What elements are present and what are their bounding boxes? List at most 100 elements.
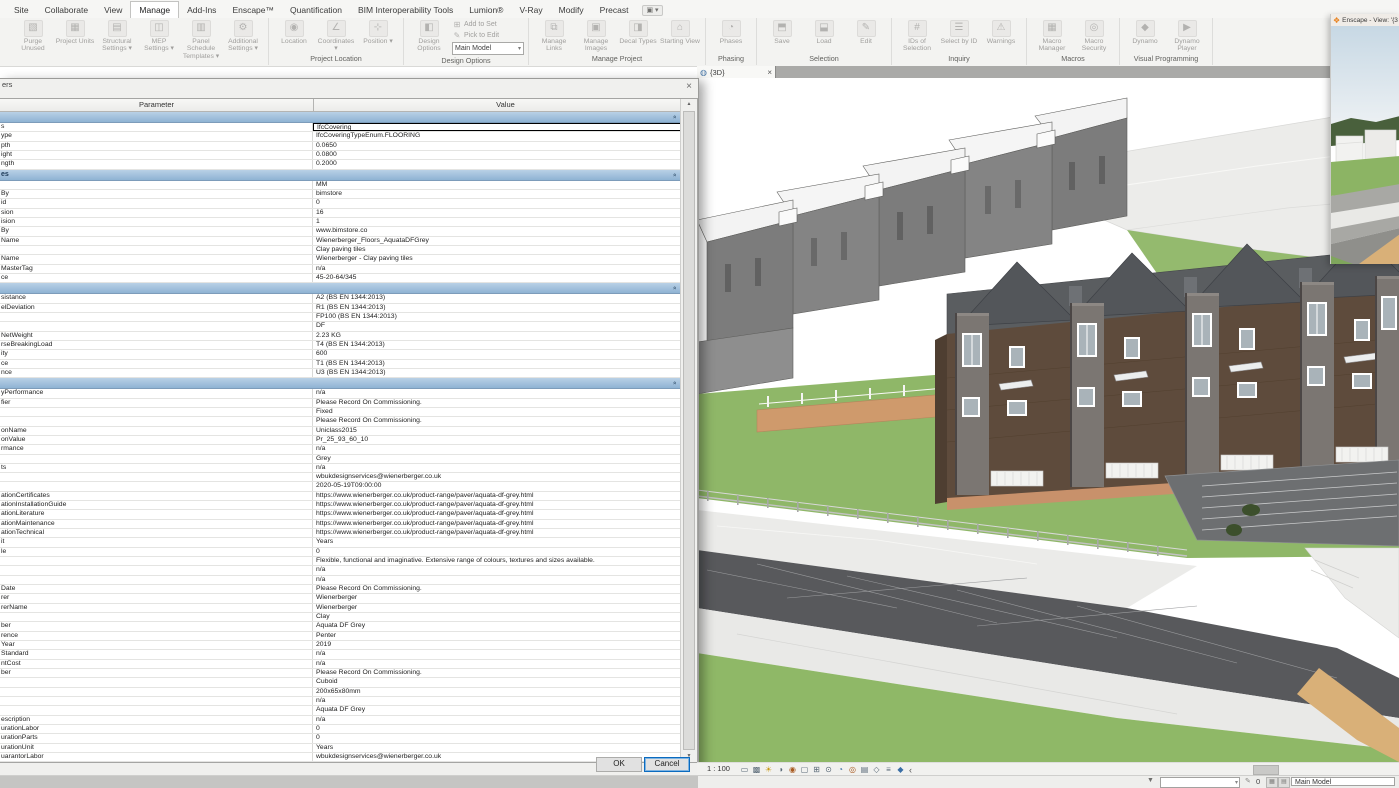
macro-security-button[interactable]: ◎Macro Security	[1074, 19, 1114, 53]
param-row[interactable]: Clay paving tiles	[0, 246, 681, 255]
param-row[interactable]: rerNameWienerberger	[0, 604, 681, 613]
param-value[interactable]: U3 (BS EN 1344:2013)	[313, 369, 681, 377]
param-row[interactable]: itYears	[0, 538, 681, 547]
param-row[interactable]: ngth0.2000	[0, 160, 681, 169]
param-value[interactable]: Grey	[313, 455, 681, 463]
param-value[interactable]: n/a	[313, 389, 681, 397]
ribbon-tab-lumion[interactable]: Lumion®	[461, 2, 511, 18]
exclude-options-icon[interactable]: ▤	[1278, 777, 1290, 788]
param-value[interactable]: 200x65x80mm	[313, 688, 681, 696]
param-value[interactable]: 0	[313, 725, 681, 733]
section-header-row[interactable]: es»	[0, 170, 681, 181]
warnings-button[interactable]: ⚠Warnings	[981, 19, 1021, 45]
param-value[interactable]: 600	[313, 350, 681, 358]
param-row[interactable]: pth0.0650	[0, 142, 681, 151]
param-row[interactable]: NetWeight2.23 KG	[0, 332, 681, 341]
param-row[interactable]: rseBreakingLoadT4 (BS EN 1344:2013)	[0, 341, 681, 350]
param-row[interactable]: ypeIfcCoveringTypeEnum.FLOORING	[0, 132, 681, 141]
design-options-icon[interactable]: ▦	[1266, 777, 1278, 788]
purge-unused-button[interactable]: ▧Purge Unused	[13, 19, 53, 53]
dialog-title-bar[interactable]: ers ×	[0, 79, 698, 98]
param-value[interactable]: DF	[313, 322, 681, 330]
scrollbar-thumb[interactable]	[683, 111, 695, 750]
lock-view-icon[interactable]: ⊙	[823, 764, 834, 775]
show-crop-icon[interactable]: ⊞	[811, 764, 822, 775]
coordinates-button[interactable]: ∠Coordinates ▾	[316, 19, 356, 53]
param-row[interactable]: yPerformancen/a	[0, 389, 681, 398]
macro-manager-button[interactable]: ▦Macro Manager	[1032, 19, 1072, 53]
param-value[interactable]: www.bimstore.co	[313, 227, 681, 235]
visual-style-icon[interactable]: ▩	[751, 764, 762, 775]
ribbon-tab-v-ray[interactable]: V-Ray	[511, 2, 550, 18]
param-value[interactable]: n/a	[313, 697, 681, 705]
pick-to-edit-button[interactable]: ✎Pick to Edit	[452, 30, 524, 41]
param-value[interactable]: https://www.wienerberger.co.uk/product-r…	[313, 501, 681, 509]
manage-links-button[interactable]: ⧉Manage Links	[534, 19, 574, 53]
param-row[interactable]: ationInstallationGuidehttps://www.wiener…	[0, 501, 681, 510]
param-row[interactable]: 2020-05-19T09:00:00	[0, 482, 681, 491]
analytical-model-icon[interactable]: ◇	[871, 764, 882, 775]
param-row[interactable]: nceU3 (BS EN 1344:2013)	[0, 369, 681, 378]
ribbon-tab-modify[interactable]: Modify	[551, 2, 592, 18]
param-value[interactable]: Uniclass2015	[313, 427, 681, 435]
param-value[interactable]: A2 (BS EN 1344:2013)	[313, 294, 681, 302]
param-row[interactable]: urationUnitYears	[0, 744, 681, 753]
ribbon-tab-bim-interoperability-tools[interactable]: BIM Interoperability Tools	[350, 2, 461, 18]
param-value[interactable]: Flexible, functional and imaginative. Ex…	[313, 557, 681, 565]
project-units-button[interactable]: ▦Project Units	[55, 19, 95, 45]
sun-path-icon[interactable]: ☀	[763, 764, 774, 775]
structural-settings-button[interactable]: ▤Structural Settings ▾	[97, 19, 137, 53]
3d-model-canvas[interactable]	[697, 78, 1399, 762]
param-row[interactable]: onValuePr_25_93_60_10	[0, 436, 681, 445]
param-value[interactable]: MM	[313, 181, 681, 189]
param-value[interactable]: 2020-05-19T09:00:00	[313, 482, 681, 490]
param-row[interactable]: Please Record On Commissioning.	[0, 417, 681, 426]
close-view-tab-icon[interactable]: ×	[767, 68, 772, 77]
param-value[interactable]: Aquata DF Grey	[313, 706, 681, 714]
param-value[interactable]: T4 (BS EN 1344:2013)	[313, 341, 681, 349]
param-value[interactable]: https://www.wienerberger.co.uk/product-r…	[313, 529, 681, 537]
param-value-editbox[interactable]: IfcCovering	[313, 123, 681, 131]
param-row[interactable]: MM	[0, 181, 681, 190]
param-row[interactable]: n/a	[0, 566, 681, 575]
param-row[interactable]: ision1	[0, 218, 681, 227]
param-row[interactable]: ity600	[0, 350, 681, 359]
param-value[interactable]: 2019	[313, 641, 681, 649]
shadows-icon[interactable]: ◑	[775, 764, 786, 775]
param-value[interactable]: R1 (BS EN 1344:2013)	[313, 304, 681, 312]
ribbon-tab-view[interactable]: View	[96, 2, 130, 18]
dialog-close-icon[interactable]: ×	[686, 82, 692, 92]
edit-button[interactable]: ✎Edit	[846, 19, 886, 45]
param-row[interactable]: ationMaintenancehttps://www.wienerberger…	[0, 520, 681, 529]
param-value[interactable]: wbukdesignservices@wienerberger.co.uk	[313, 473, 681, 481]
param-row[interactable]: sion16	[0, 209, 681, 218]
param-value[interactable]: n/a	[313, 445, 681, 453]
table-scrollbar[interactable]: ▲ ▼	[680, 99, 697, 762]
param-row[interactable]: elDeviationR1 (BS EN 1344:2013)	[0, 304, 681, 313]
param-value[interactable]: n/a	[313, 265, 681, 273]
param-value[interactable]: Penter	[313, 632, 681, 640]
param-row[interactable]: rerWienerberger	[0, 594, 681, 603]
param-value[interactable]: 16	[313, 209, 681, 217]
param-row[interactable]: berAquata DF Grey	[0, 622, 681, 631]
location-button[interactable]: ◉Location	[274, 19, 314, 45]
param-value[interactable]: n/a	[313, 464, 681, 472]
constraints-icon[interactable]: ≡	[883, 764, 894, 775]
param-row[interactable]: escriptionn/a	[0, 716, 681, 725]
ribbon-tab-add-ins[interactable]: Add-Ins	[179, 2, 224, 18]
ids-of-selection-button[interactable]: #IDs of Selection	[897, 19, 937, 53]
param-row[interactable]: Fixed	[0, 408, 681, 417]
param-row[interactable]: FP100 (BS EN 1344:2013)	[0, 313, 681, 322]
param-row[interactable]: Year2019	[0, 641, 681, 650]
param-value[interactable]: Wienerberger	[313, 604, 681, 612]
param-value[interactable]: 0	[313, 548, 681, 556]
param-value[interactable]: 0.0650	[313, 142, 681, 150]
param-row[interactable]: tsn/a	[0, 464, 681, 473]
param-row[interactable]: wbukdesignservices@wienerberger.co.uk	[0, 473, 681, 482]
enscape-title-bar[interactable]: ❖ Enscape - View: '{3	[1331, 14, 1399, 26]
param-value[interactable]: n/a	[313, 566, 681, 574]
view-tab-3d[interactable]: ◍ {3D} ×	[697, 66, 776, 78]
temporary-view-icon[interactable]: ▤	[859, 764, 870, 775]
reveal-hidden-icon[interactable]: ◎	[847, 764, 858, 775]
param-value[interactable]: Please Record On Commissioning.	[313, 669, 681, 677]
